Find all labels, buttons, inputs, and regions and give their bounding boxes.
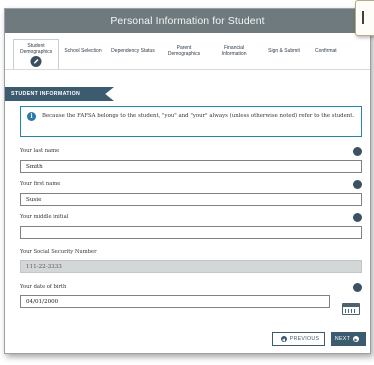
dob-input[interactable]: 04/01/2000 — [20, 295, 330, 308]
section-banner: STUDENT INFORMATION — [5, 87, 114, 101]
first-name-input[interactable]: Susie — [20, 193, 362, 206]
first-name-label: Your first name — [20, 181, 61, 187]
tab-sign-submit[interactable]: Sign & Submit — [259, 33, 309, 69]
callout-box — [355, 0, 374, 36]
middle-initial-input[interactable] — [20, 226, 362, 239]
chevron-left-icon: ◀ — [280, 336, 287, 342]
tab-student-demographics[interactable]: Student Demographics — [13, 39, 59, 69]
help-icon[interactable] — [353, 180, 362, 189]
next-label: NEXT — [334, 336, 351, 342]
step-tabs: Student Demographics School Selection De… — [5, 33, 370, 70]
previous-button[interactable]: ◀ PREVIOUS — [272, 332, 325, 346]
tab-label: School Selection — [64, 47, 102, 54]
dob-label: Your date of birth — [20, 284, 67, 290]
last-name-input[interactable]: Smith — [20, 160, 362, 173]
previous-label: PREVIOUS — [289, 336, 320, 342]
info-icon: i — [27, 112, 36, 121]
callout-marker — [362, 11, 364, 24]
tab-parent-demographics[interactable]: Parent Demographics — [159, 33, 209, 69]
tab-label: Parent Demographics — [167, 44, 201, 57]
fafsa-window: Personal Information for Student Student… — [4, 8, 371, 354]
last-name-label: Your last name — [20, 148, 60, 154]
window-title: Personal Information for Student — [5, 9, 370, 33]
tab-label: Student Demographics — [20, 43, 53, 56]
tab-confirmation[interactable]: Confirmat — [309, 33, 355, 69]
tab-school-selection[interactable]: School Selection — [59, 33, 107, 69]
pencil-icon — [30, 56, 42, 67]
info-text: Because the FAFSA belongs to the student… — [42, 113, 355, 119]
tab-label: Financial Information — [221, 44, 247, 57]
tab-financial-information[interactable]: Financial Information — [209, 33, 259, 69]
tab-label: Dependency Status — [111, 47, 155, 54]
ssn-label: Your Social Security Number — [20, 249, 97, 255]
calendar-icon[interactable] — [342, 303, 360, 315]
help-icon[interactable] — [353, 283, 362, 292]
middle-initial-label: Your middle initial — [20, 214, 69, 220]
tab-label: Confirmat — [315, 47, 337, 54]
chevron-right-icon: ▶ — [353, 336, 360, 342]
help-icon[interactable] — [353, 213, 362, 222]
next-button[interactable]: NEXT ▶ — [331, 332, 366, 346]
tab-label: Sign & Submit — [268, 47, 300, 54]
ssn-field: 111-22-3333 — [20, 260, 362, 273]
info-notice: i Because the FAFSA belongs to the stude… — [20, 106, 362, 137]
help-icon[interactable] — [353, 147, 362, 156]
tab-dependency-status[interactable]: Dependency Status — [107, 33, 159, 69]
